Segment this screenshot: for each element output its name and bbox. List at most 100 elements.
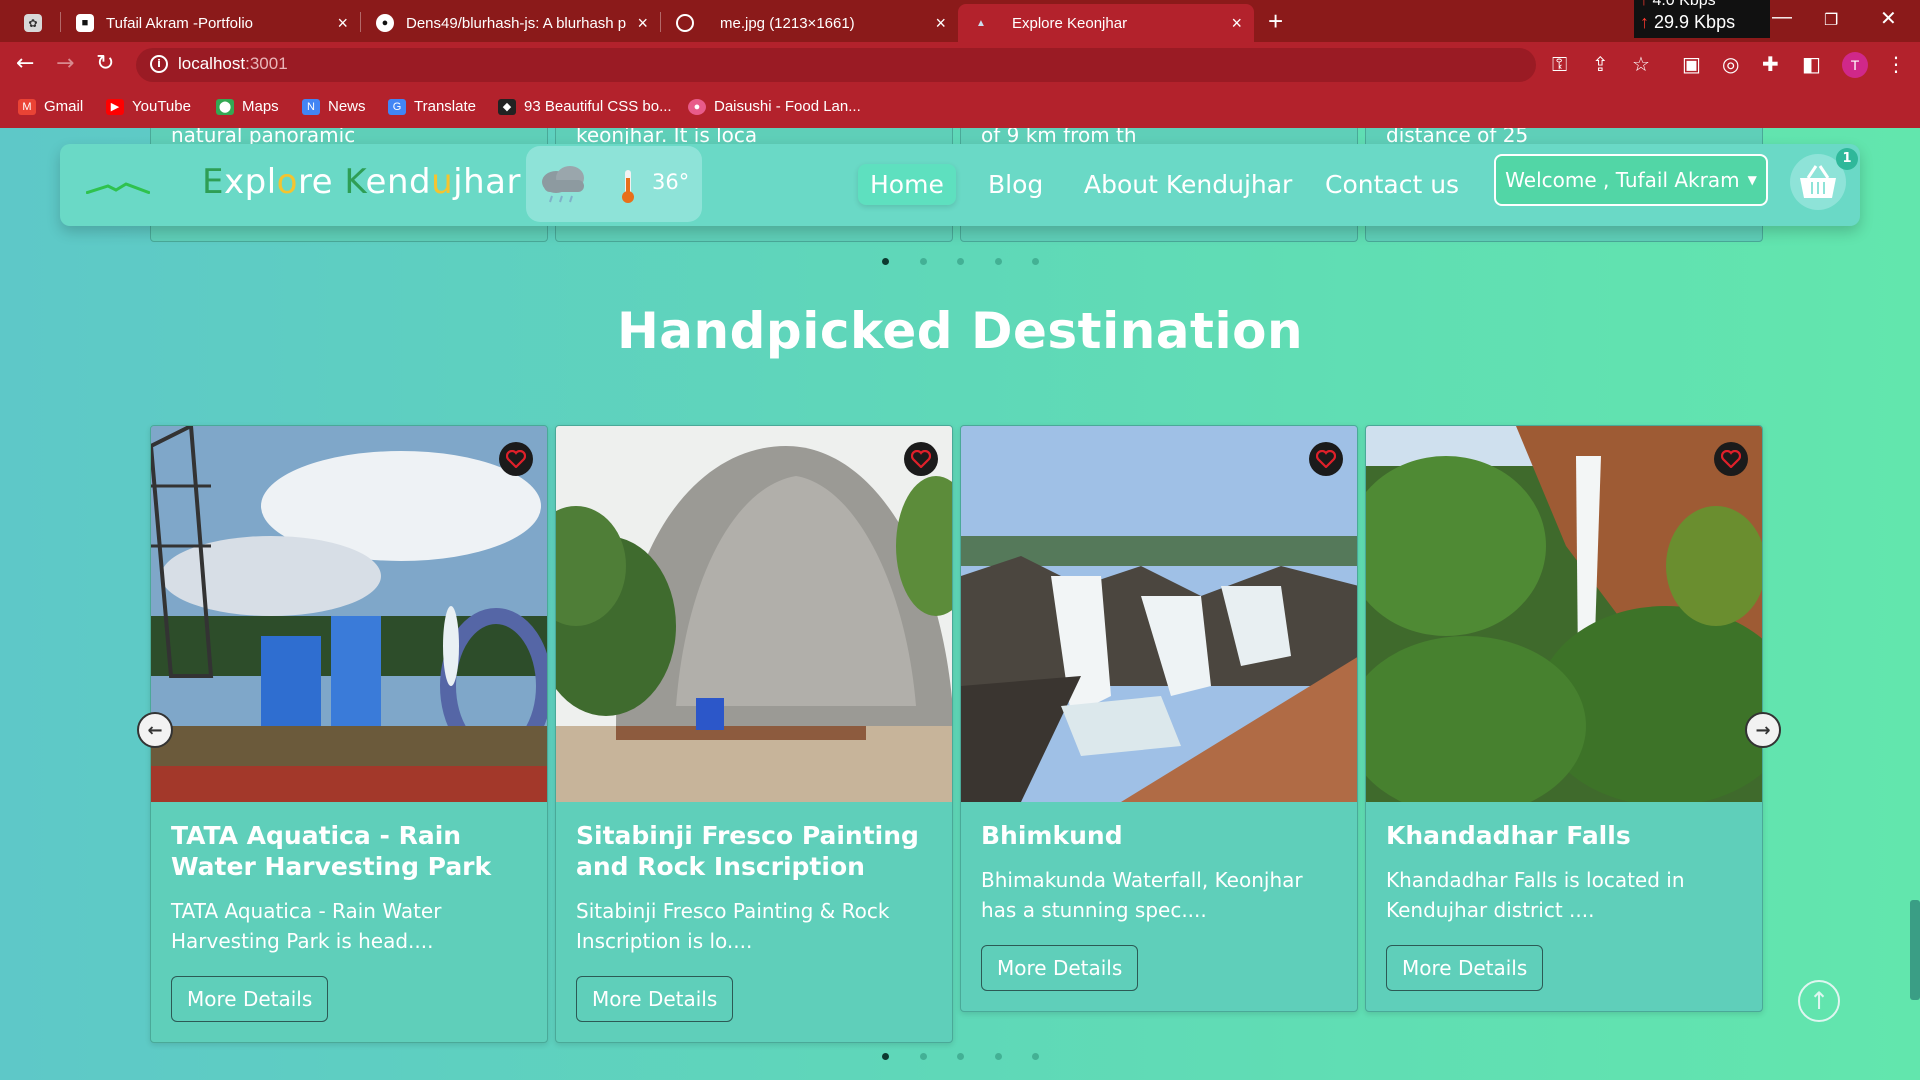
- globe-icon: [676, 14, 694, 32]
- close-icon[interactable]: ×: [935, 13, 946, 34]
- falls-photo: [1366, 426, 1762, 802]
- back-icon[interactable]: ←: [16, 51, 34, 76]
- download-speed: ↑ 29.9 Kbps: [1640, 12, 1736, 32]
- tab-pinned[interactable]: ✿: [10, 4, 60, 42]
- carousel-dot[interactable]: [1032, 1053, 1039, 1060]
- favorite-heart-icon[interactable]: [1309, 442, 1343, 476]
- favorite-heart-icon[interactable]: [499, 442, 533, 476]
- side-panel-icon[interactable]: ◧: [1802, 52, 1821, 76]
- tab-image[interactable]: me.jpg (1213×1661) ×: [662, 4, 958, 42]
- temperature-value: 36°: [652, 170, 690, 194]
- destination-title: Sitabinji Fresco Painting and Rock Inscr…: [576, 821, 919, 881]
- key-icon[interactable]: ⚿: [1552, 52, 1567, 76]
- page-viewport: natural panoramic keonjhar. It is loca o…: [0, 128, 1920, 1080]
- tab-title: Tufail Akram -Portfolio: [106, 14, 253, 32]
- destination-description: Khandadhar Falls is located in Kendujhar…: [1386, 868, 1685, 922]
- page-scrollbar-thumb[interactable]: [1910, 900, 1920, 1000]
- cart-count-badge: 1: [1836, 148, 1858, 170]
- destination-image: [151, 426, 547, 802]
- browser-tab-bar: ✿ ■ Tufail Akram -Portfolio × ● Dens49/b…: [0, 0, 1920, 42]
- carousel-prev-arrow-icon[interactable]: ←: [137, 712, 173, 748]
- gmail-icon: M: [18, 98, 36, 115]
- css-site-icon: ◆: [498, 98, 516, 115]
- extension-red-icon[interactable]: ▣: [1682, 52, 1701, 76]
- nav-home[interactable]: Home: [858, 164, 956, 205]
- scroll-to-top-arrow-icon[interactable]: ↑: [1798, 980, 1840, 1022]
- upload-speed: ↑ 4.0 Kbps: [1640, 0, 1716, 9]
- destination-card: Bhimkund Bhimakunda Waterfall, Keonjhar …: [960, 425, 1358, 1012]
- reload-icon[interactable]: ↻: [96, 51, 114, 76]
- profile-avatar[interactable]: T: [1842, 52, 1868, 78]
- carousel-dot[interactable]: [995, 1053, 1002, 1060]
- bookmark-star-icon[interactable]: ☆: [1632, 52, 1650, 76]
- carousel-dot[interactable]: [920, 258, 927, 265]
- nav-contact-us[interactable]: Contact us: [1313, 164, 1471, 205]
- basket-icon: [1800, 165, 1836, 198]
- bookmark-youtube[interactable]: ▶ YouTube: [106, 98, 191, 115]
- bookmarks-bar: M Gmail ▶ YouTube ⬤ Maps N News G Translate ◆…: [0, 88, 1920, 128]
- brand-title[interactable]: Explore Kendujhar: [202, 162, 521, 202]
- bookmark-translate[interactable]: G Translate: [388, 98, 476, 115]
- more-details-button[interactable]: More Details: [171, 976, 329, 1022]
- forward-icon[interactable]: →: [56, 51, 74, 76]
- address-bar[interactable]: i localhost:3001: [136, 48, 1536, 82]
- news-icon: N: [302, 98, 320, 115]
- favorite-heart-icon[interactable]: [1714, 442, 1748, 476]
- browser-toolbar: ← → ↻ i localhost:3001 ⚿ ⇪ ☆ ▣ ◎ ✚ ◧ T ⋮: [0, 42, 1920, 88]
- bookmark-news[interactable]: N News: [302, 98, 366, 115]
- user-dropdown-button[interactable]: Welcome , Tufail Akram ▼: [1494, 154, 1768, 206]
- new-tab-button[interactable]: +: [1268, 6, 1283, 37]
- close-icon[interactable]: ×: [1231, 13, 1242, 34]
- carousel-next-arrow-icon[interactable]: →: [1745, 712, 1781, 748]
- bookmark-gmail[interactable]: M Gmail: [18, 98, 83, 115]
- nav-blog[interactable]: Blog: [976, 164, 1055, 205]
- carousel-dot[interactable]: [957, 258, 964, 265]
- network-speed-widget: ↑ 4.0 Kbps ↑ 29.9 Kbps: [1634, 0, 1770, 38]
- carousel-dot[interactable]: [882, 258, 889, 265]
- minimize-icon[interactable]: —: [1772, 6, 1792, 29]
- destination-card: Khandadhar Falls Khandadhar Falls is loc…: [1365, 425, 1763, 1012]
- portfolio-icon: ■: [76, 14, 94, 32]
- more-details-button[interactable]: More Details: [576, 976, 734, 1022]
- carousel-dot[interactable]: [1032, 258, 1039, 265]
- bookmark-css-borders[interactable]: ◆ 93 Beautiful CSS bo...: [498, 98, 672, 115]
- close-icon[interactable]: ×: [337, 13, 348, 34]
- tab-portfolio[interactable]: ■ Tufail Akram -Portfolio ×: [62, 4, 360, 42]
- destination-card: Sitabinji Fresco Painting and Rock Inscr…: [555, 425, 953, 1043]
- tab-title: me.jpg (1213×1661): [720, 14, 855, 32]
- section-title: Handpicked Destination: [616, 302, 1304, 360]
- more-details-button[interactable]: More Details: [981, 945, 1139, 991]
- destination-title: Bhimkund: [981, 821, 1123, 850]
- logo-mountain-icon[interactable]: [86, 182, 150, 194]
- site-info-icon[interactable]: i: [150, 55, 168, 73]
- address-url: localhost:3001: [178, 54, 288, 73]
- nav-about-kendujhar[interactable]: About Kendujhar: [1072, 164, 1304, 205]
- bookmark-maps[interactable]: ⬤ Maps: [216, 98, 279, 115]
- tab-explore-keonjhar[interactable]: ▲ Explore Keonjhar ×: [958, 4, 1254, 42]
- youtube-icon: ▶: [106, 98, 124, 115]
- gpt-icon: ✿: [24, 14, 42, 32]
- destination-description: TATA Aquatica - Rain Water Harvesting Pa…: [171, 899, 442, 953]
- restore-icon[interactable]: ❐: [1824, 10, 1838, 30]
- destination-card: TATA Aquatica - Rain Water Harvesting Pa…: [150, 425, 548, 1043]
- carousel-dot[interactable]: [957, 1053, 964, 1060]
- bookmark-daisushi[interactable]: ● Daisushi - Food Lan...: [688, 98, 861, 115]
- more-details-button[interactable]: More Details: [1386, 945, 1544, 991]
- maps-icon: ⬤: [216, 98, 234, 115]
- carousel-dot[interactable]: [882, 1053, 889, 1060]
- carousel-dot[interactable]: [995, 258, 1002, 265]
- destination-image: [556, 426, 952, 802]
- site-icon: ▲: [976, 17, 986, 29]
- extensions-puzzle-icon[interactable]: ✚: [1762, 52, 1779, 76]
- close-icon[interactable]: ×: [637, 13, 648, 34]
- share-icon[interactable]: ⇪: [1592, 52, 1609, 76]
- thermometer-icon: [622, 170, 634, 203]
- tab-separator: [660, 12, 661, 32]
- carousel-dot[interactable]: [920, 1053, 927, 1060]
- menu-icon[interactable]: ⋮: [1886, 52, 1906, 76]
- extension-record-icon[interactable]: ◎: [1722, 52, 1739, 76]
- tab-github[interactable]: ● Dens49/blurhash-js: A blurhash p ×: [362, 4, 660, 42]
- close-window-icon[interactable]: ✕: [1880, 6, 1897, 31]
- carousel-dots-top: [0, 258, 1920, 268]
- favorite-heart-icon[interactable]: [904, 442, 938, 476]
